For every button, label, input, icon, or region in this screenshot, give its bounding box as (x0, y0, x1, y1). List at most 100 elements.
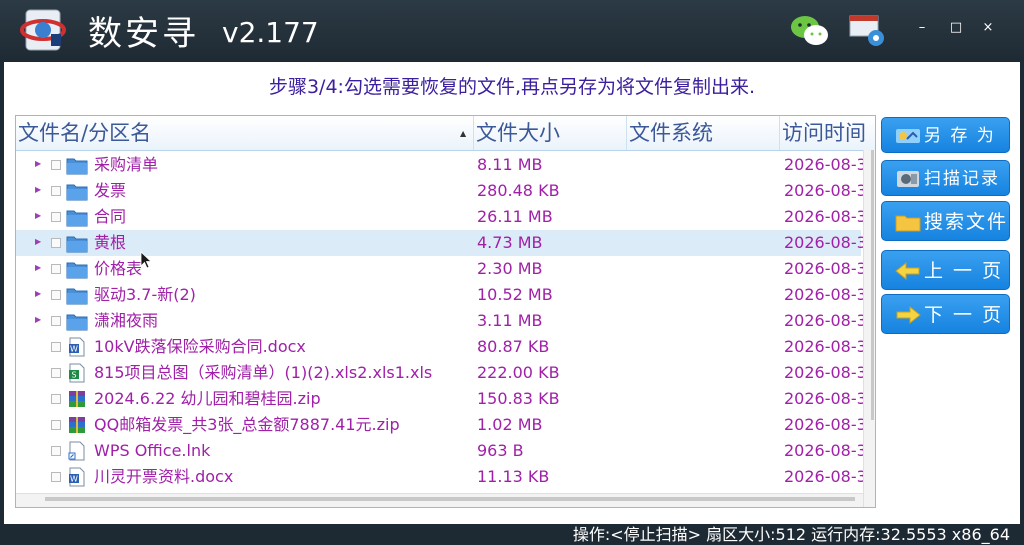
row-checkbox[interactable] (51, 264, 61, 274)
file-size: 4.73 MB (477, 233, 543, 252)
row-checkbox[interactable] (51, 316, 61, 326)
button-label: 下 一 页 (924, 304, 1004, 326)
status-text: 操作:<停止扫描> 扇区大小:512 运行内存:32.5553 x86_64 (572, 525, 1010, 544)
shortcut-icon (66, 441, 88, 461)
svg-text:S: S (71, 371, 76, 380)
table-row[interactable]: WPS Office.lnk 963 B 2026-08-3 (16, 438, 864, 464)
table-row[interactable]: 2024.6.22 幼儿园和碧桂园.zip 150.83 KB 2026-08-3 (16, 386, 864, 412)
file-name: 发票 (94, 181, 127, 200)
file-size: 280.48 KB (477, 181, 560, 200)
expand-arrow-icon[interactable]: ▶ (35, 315, 41, 324)
row-checkbox[interactable] (51, 186, 61, 196)
file-size: 150.83 KB (477, 389, 560, 408)
access-time: 2026-08-3 (784, 337, 864, 356)
file-name: 川灵开票资料.docx (94, 467, 234, 486)
table-row[interactable]: ▶ 发票 280.48 KB 2026-08-3 (16, 178, 864, 204)
column-header-size[interactable]: 文件大小 (474, 116, 627, 150)
access-time: 2026-08-3 (784, 441, 864, 460)
table-row[interactable]: ▶ 合同 26.11 MB 2026-08-3 (16, 204, 864, 230)
table-row[interactable]: W 10kV跌落保险采购合同.docx 80.87 KB 2026-08-3 (16, 334, 864, 360)
settings-icon[interactable] (848, 12, 886, 48)
row-checkbox[interactable] (51, 212, 61, 222)
next-page-button[interactable]: 下 一 页 (881, 294, 1010, 334)
expand-arrow-icon[interactable]: ▶ (35, 289, 41, 298)
button-label: 扫描记录 (924, 169, 1000, 189)
button-label: 另 存 为 (924, 126, 996, 146)
close-button[interactable]: × (978, 20, 998, 35)
file-size: 222.00 KB (477, 363, 560, 382)
row-checkbox[interactable] (51, 472, 61, 482)
file-size: 26.11 MB (477, 207, 553, 226)
arrow-left-icon (894, 260, 922, 282)
table-header: 文件名/分区名 文件大小 文件系统 访问时间 ▲ (16, 116, 875, 151)
button-label: 上 一 页 (924, 260, 1004, 282)
word-doc-icon: W (66, 337, 88, 357)
file-size: 80.87 KB (477, 337, 550, 356)
folder-icon (66, 259, 88, 279)
row-checkbox[interactable] (51, 290, 61, 300)
file-name: QQ邮箱发票_共3张_总金额7887.41元.zip (94, 415, 400, 434)
table-row[interactable]: S 815项目总图（采购清单）(1)(2).xls2.xls1.xls 222.00… (16, 360, 864, 386)
table-row[interactable]: QQ邮箱发票_共3张_总金额7887.41元.zip 1.02 MB 2026-08… (16, 412, 864, 438)
row-checkbox[interactable] (51, 238, 61, 248)
scan-record-icon (894, 168, 922, 190)
status-bar: 操作:<停止扫描> 扇区大小:512 运行内存:32.5553 x86_64 (0, 524, 1024, 545)
row-checkbox[interactable] (51, 394, 61, 404)
scan-record-button[interactable]: 扫描记录 (881, 160, 1010, 196)
column-header-name[interactable]: 文件名/分区名 (16, 116, 474, 150)
app-version: v2.177 (222, 16, 319, 49)
row-checkbox[interactable] (51, 446, 61, 456)
folder-icon (66, 285, 88, 305)
file-name: 815项目总图（采购清单）(1)(2).xls2.xls1.xls (94, 363, 433, 382)
row-checkbox[interactable] (51, 342, 61, 352)
table-row[interactable]: ▶ 潇湘夜雨 3.11 MB 2026-08-3 (16, 308, 864, 334)
expand-arrow-icon[interactable]: ▶ (35, 159, 41, 168)
title-bar: 数安寻 v2.177 – □ × (0, 0, 1024, 62)
save-as-button[interactable]: 另 存 为 (881, 117, 1010, 153)
zip-archive-icon (66, 415, 88, 435)
minimize-button[interactable]: – (912, 20, 932, 35)
folder-icon (66, 233, 88, 253)
access-time: 2026-08-3 (784, 363, 864, 382)
column-header-access-time[interactable]: 访问时间 (780, 116, 875, 150)
word-doc-icon: W (66, 467, 88, 487)
vertical-scroll-thumb[interactable] (871, 150, 874, 420)
table-row[interactable]: ▶ 驱动3.7-新(2) 10.52 MB 2026-08-3 (16, 282, 864, 308)
folder-icon (66, 181, 88, 201)
file-name: 合同 (94, 207, 127, 226)
search-file-button[interactable]: 搜索文件 (881, 201, 1010, 241)
table-row[interactable]: W 川灵开票资料.docx 11.13 KB 2026-08-3 (16, 464, 864, 490)
previous-page-button[interactable]: 上 一 页 (881, 250, 1010, 290)
sort-ascending-icon: ▲ (460, 129, 467, 138)
file-name: WPS Office.lnk (94, 441, 211, 460)
svg-text:W: W (70, 345, 78, 354)
folder-icon (66, 311, 88, 331)
button-label: 搜索文件 (924, 211, 1009, 233)
app-logo-icon (20, 9, 66, 51)
file-list[interactable]: 文件名/分区名 文件大小 文件系统 访问时间 ▲ ▶ 采购清单 8.11 MB 202… (15, 115, 876, 508)
file-size: 11.13 KB (477, 467, 550, 486)
expand-arrow-icon[interactable]: ▶ (35, 263, 41, 272)
excel-sheet-icon: S (66, 363, 88, 383)
svg-text:W: W (70, 475, 78, 484)
expand-arrow-icon[interactable]: ▶ (35, 237, 41, 246)
row-checkbox[interactable] (51, 160, 61, 170)
vertical-scrollbar[interactable] (863, 150, 875, 507)
folder-icon (66, 155, 88, 175)
file-name: 2024.6.22 幼儿园和碧桂园.zip (94, 389, 321, 408)
mouse-cursor-icon (140, 251, 152, 269)
file-name: 驱动3.7-新(2) (94, 285, 196, 304)
app-title: 数安寻 (88, 14, 199, 54)
access-time: 2026-08-3 (784, 233, 864, 252)
expand-arrow-icon[interactable]: ▶ (35, 211, 41, 220)
file-name: 10kV跌落保险采购合同.docx (94, 337, 306, 356)
horizontal-scroll-thumb[interactable] (45, 497, 855, 501)
row-checkbox[interactable] (51, 420, 61, 430)
maximize-button[interactable]: □ (946, 20, 966, 35)
table-row[interactable]: ▶ 采购清单 8.11 MB 2026-08-3 (16, 152, 864, 178)
column-header-filesystem[interactable]: 文件系统 (627, 116, 780, 150)
wechat-icon[interactable] (790, 14, 830, 48)
expand-arrow-icon[interactable]: ▶ (35, 185, 41, 194)
row-checkbox[interactable] (51, 368, 61, 378)
file-name: 潇湘夜雨 (94, 311, 159, 330)
